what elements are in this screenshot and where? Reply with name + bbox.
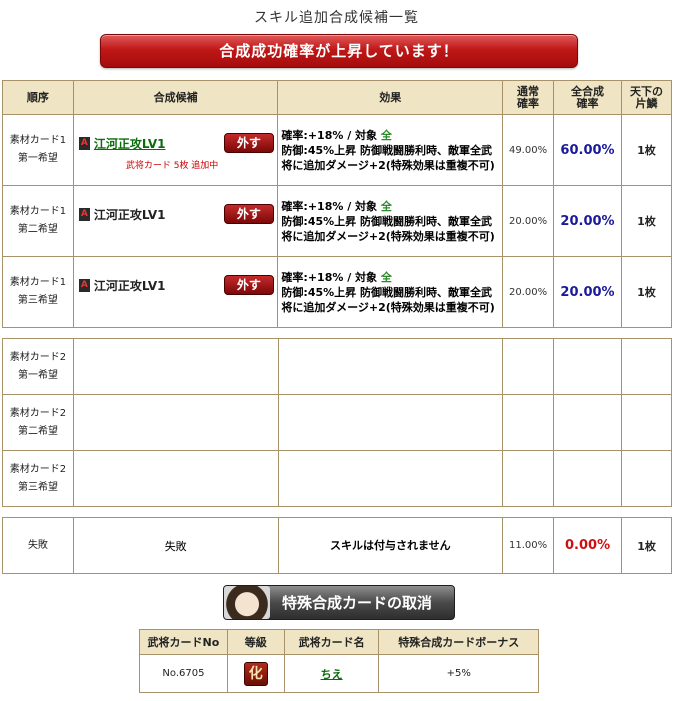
card-rank: 化 xyxy=(226,654,285,693)
skill-link[interactable]: 江河正攻LV1 xyxy=(94,135,166,152)
failure-table: 失敗 失敗 スキルは付与されません 11.00% 0.00% 1枚 xyxy=(2,517,672,574)
card-row: No.6705 化 ちえ +5% xyxy=(139,654,539,693)
table-row: 素材カード1 第二希望 A 江河正攻LV1 外す 確率:+18% / 対象 全防御… xyxy=(2,185,673,257)
row-tenka: 1枚 xyxy=(620,114,673,186)
row-effect xyxy=(277,450,504,507)
row-total-rate: 20.00% xyxy=(553,185,622,257)
skill-name: 江河正攻LV1 xyxy=(93,208,166,222)
card-bonus: +5% xyxy=(378,654,539,693)
general-portrait-icon xyxy=(224,586,270,619)
fail-candidate: 失敗 xyxy=(72,517,279,574)
row-order: 素材カード1 第三希望 xyxy=(2,256,74,328)
table-row: 素材カード1 第一希望 A 江河正攻LV1 外す 武将カード 5枚 追加中 確率:… xyxy=(2,114,673,186)
cancel-special-card-button[interactable]: 特殊合成カードの取消 xyxy=(223,585,455,620)
row-order: 素材カード2 第三希望 xyxy=(2,450,74,507)
row-total-rate: 20.00% xyxy=(553,256,622,328)
card-name: ちえ xyxy=(283,654,380,693)
row-candidate xyxy=(72,394,279,451)
skill-rank-icon: A xyxy=(78,208,90,221)
row-effect: 確率:+18% / 対象 全防御:45%上昇 防御戦闘勝利時、敵軍全武将に追加ダ… xyxy=(277,114,504,186)
cancel-button-label: 特殊合成カードの取消 xyxy=(282,594,433,612)
row-normal-rate xyxy=(502,450,555,507)
row-total-rate xyxy=(553,450,623,507)
table-row: 素材カード2 第三希望 xyxy=(2,450,672,507)
row-total-rate xyxy=(553,394,623,451)
row-tenka: 1枚 xyxy=(620,185,673,257)
row-normal-rate: 49.00% xyxy=(502,114,555,186)
fail-total-rate: 0.00% xyxy=(553,517,623,574)
card-header-bonus: 特殊合成カードボーナス xyxy=(378,629,539,655)
header-effect: 効果 xyxy=(277,80,504,115)
card-header-name: 武将カード名 xyxy=(283,629,380,655)
header-total-rate: 全合成確率 xyxy=(553,80,622,115)
header-row: 順序 合成候補 効果 通常確率 全合成確率 天下の片鱗 xyxy=(2,80,673,115)
row-candidate xyxy=(72,450,279,507)
remove-button[interactable]: 外す xyxy=(223,275,274,295)
header-order: 順序 xyxy=(2,80,74,115)
fail-tenka: 1枚 xyxy=(621,517,672,574)
row-candidate: A 江河正攻LV1 外す 武将カード 5枚 追加中 xyxy=(72,114,279,186)
special-card-table: 武将カードNo 等級 武将カード名 特殊合成カードボーナス No.6705 化 … xyxy=(139,629,539,693)
row-order: 素材カード1 第二希望 xyxy=(2,185,74,257)
skill-rank-icon: A xyxy=(78,279,90,292)
row-tenka xyxy=(621,394,672,451)
row-effect xyxy=(277,338,504,395)
table-row: 素材カード2 第二希望 xyxy=(2,394,672,451)
card-header-rank: 等級 xyxy=(226,629,285,655)
header-candidate: 合成候補 xyxy=(72,80,279,115)
table-row: 素材カード1 第三希望 A 江河正攻LV1 外す 確率:+18% / 対象 全防御… xyxy=(2,256,673,328)
header-normal-rate: 通常確率 xyxy=(502,80,555,115)
row-tenka xyxy=(621,450,672,507)
added-cards-note: 武将カード 5枚 追加中 xyxy=(125,161,219,171)
row-order: 素材カード2 第二希望 xyxy=(2,394,74,451)
card-header-row: 武将カードNo 等級 武将カード名 特殊合成カードボーナス xyxy=(139,629,539,655)
fail-effect: スキルは付与されません xyxy=(277,517,504,574)
page-title: スキル追加合成候補一覧 xyxy=(254,10,419,26)
success-rate-banner: 合成成功確率が上昇しています！ xyxy=(100,34,578,68)
remove-button[interactable]: 外す xyxy=(223,204,274,224)
row-candidate: A 江河正攻LV1 外す xyxy=(72,256,279,328)
fail-order: 失敗 xyxy=(2,517,74,574)
remove-button[interactable]: 外す xyxy=(223,133,274,153)
row-total-rate: 60.00% xyxy=(553,114,622,186)
row-tenka xyxy=(621,338,672,395)
row-tenka: 1枚 xyxy=(620,256,673,328)
card-name-link[interactable]: ちえ xyxy=(321,668,343,681)
table-row: 素材カード2 第一希望 xyxy=(2,338,672,395)
row-order: 素材カード1 第一希望 xyxy=(2,114,74,186)
skill-rank-icon: A xyxy=(78,137,90,150)
row-effect: 確率:+18% / 対象 全防御:45%上昇 防御戦闘勝利時、敵軍全武将に追加ダ… xyxy=(277,256,504,328)
row-candidate xyxy=(72,338,279,395)
row-total-rate xyxy=(553,338,623,395)
card-no: No.6705 xyxy=(139,654,228,693)
row-effect xyxy=(277,394,504,451)
row-order: 素材カード2 第一希望 xyxy=(2,338,74,395)
row-effect: 確率:+18% / 対象 全防御:45%上昇 防御戦闘勝利時、敵軍全武将に追加ダ… xyxy=(277,185,504,257)
material2-table: 素材カード2 第一希望 素材カード2 第二希望 素材カード2 第三希望 xyxy=(2,338,672,507)
rank-icon: 化 xyxy=(243,661,268,686)
row-normal-rate xyxy=(502,394,555,451)
fail-normal-rate: 11.00% xyxy=(502,517,555,574)
header-tenka: 天下の片鱗 xyxy=(620,80,673,115)
row-normal-rate: 20.00% xyxy=(502,256,555,328)
skill-name: 江河正攻LV1 xyxy=(93,279,166,293)
candidate-table: 順序 合成候補 効果 通常確率 全合成確率 天下の片鱗 素材カード1 第一希望 A… xyxy=(2,80,673,328)
table-row: 失敗 失敗 スキルは付与されません 11.00% 0.00% 1枚 xyxy=(2,517,672,574)
row-normal-rate: 20.00% xyxy=(502,185,555,257)
card-header-no: 武将カードNo xyxy=(139,629,228,655)
row-candidate: A 江河正攻LV1 外す xyxy=(72,185,279,257)
row-normal-rate xyxy=(502,338,555,395)
